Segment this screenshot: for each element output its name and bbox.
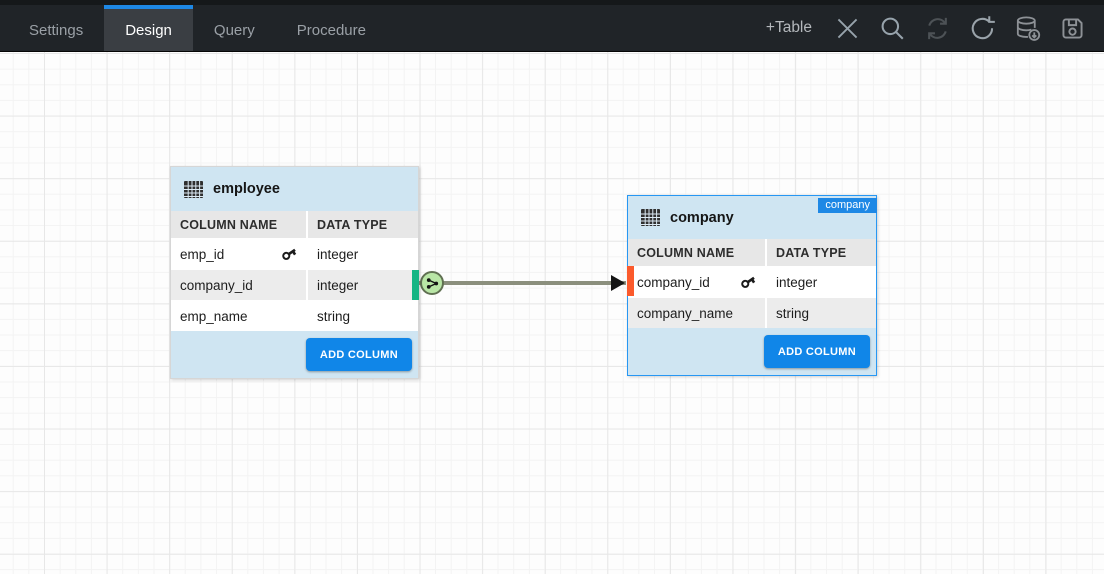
- sync-icon[interactable]: [919, 10, 955, 46]
- column-name-cell[interactable]: company_name: [628, 298, 765, 328]
- add-column-button[interactable]: ADD COLUMN: [764, 335, 870, 368]
- add-column-button[interactable]: ADD COLUMN: [306, 338, 412, 371]
- data-type-cell[interactable]: string: [308, 301, 418, 331]
- table-selection-badge: company: [818, 198, 877, 213]
- column-header-name: COLUMN NAME: [628, 239, 765, 266]
- nav-tabs: Settings Design Query Procedure: [8, 5, 387, 51]
- close-icon[interactable]: [829, 10, 865, 46]
- column-name-cell[interactable]: company_id: [628, 267, 765, 297]
- database-export-icon[interactable]: [1009, 10, 1045, 46]
- add-table-button[interactable]: +Table: [758, 19, 820, 37]
- column-header-type: DATA TYPE: [308, 211, 418, 238]
- table-grid-icon: [640, 207, 661, 228]
- table-footer: ADD COLUMN: [628, 328, 876, 375]
- nav-actions: +Table: [758, 5, 1090, 51]
- relation-target-handle[interactable]: [627, 266, 634, 296]
- relationship-arrowhead-icon: [611, 275, 625, 291]
- primary-key-icon: [740, 274, 756, 290]
- tab-design[interactable]: Design: [104, 5, 193, 51]
- merge-icon: [425, 276, 440, 291]
- table-card-employee[interactable]: employee COLUMN NAME DATA TYPE emp_id in…: [170, 166, 419, 379]
- primary-key-icon: [281, 246, 297, 262]
- data-type-cell[interactable]: integer: [308, 239, 418, 269]
- tab-query[interactable]: Query: [193, 5, 276, 51]
- data-type-cell[interactable]: integer: [308, 270, 418, 300]
- table-card-company[interactable]: company company COLUMN NAME DATA TYPE co…: [627, 195, 877, 376]
- column-header-type: DATA TYPE: [767, 239, 876, 266]
- relation-source-handle[interactable]: [412, 270, 419, 300]
- tab-procedure[interactable]: Procedure: [276, 5, 387, 51]
- design-canvas[interactable]: employee COLUMN NAME DATA TYPE emp_id in…: [0, 52, 1104, 574]
- data-type-cell[interactable]: integer: [767, 267, 876, 297]
- table-columns: COLUMN NAME DATA TYPE emp_id integer com…: [171, 211, 418, 331]
- save-icon[interactable]: [1054, 10, 1090, 46]
- column-name-cell[interactable]: emp_id: [171, 239, 306, 269]
- table-columns: COLUMN NAME DATA TYPE company_id integer…: [628, 239, 876, 328]
- redo-icon[interactable]: [964, 10, 1000, 46]
- table-name: employee: [213, 181, 280, 197]
- column-header-name: COLUMN NAME: [171, 211, 306, 238]
- table-grid-icon: [183, 179, 204, 200]
- column-name-cell[interactable]: company_id: [171, 270, 306, 300]
- data-type-cell[interactable]: string: [767, 298, 876, 328]
- relationship-connector-handle[interactable]: [420, 271, 444, 295]
- column-name-cell[interactable]: emp_name: [171, 301, 306, 331]
- relationship-line: [419, 281, 626, 285]
- table-name: company: [670, 210, 734, 226]
- tab-settings[interactable]: Settings: [8, 5, 104, 51]
- table-header[interactable]: employee: [171, 167, 418, 211]
- search-icon[interactable]: [874, 10, 910, 46]
- top-navbar: Settings Design Query Procedure +Table: [0, 0, 1104, 52]
- table-footer: ADD COLUMN: [171, 331, 418, 378]
